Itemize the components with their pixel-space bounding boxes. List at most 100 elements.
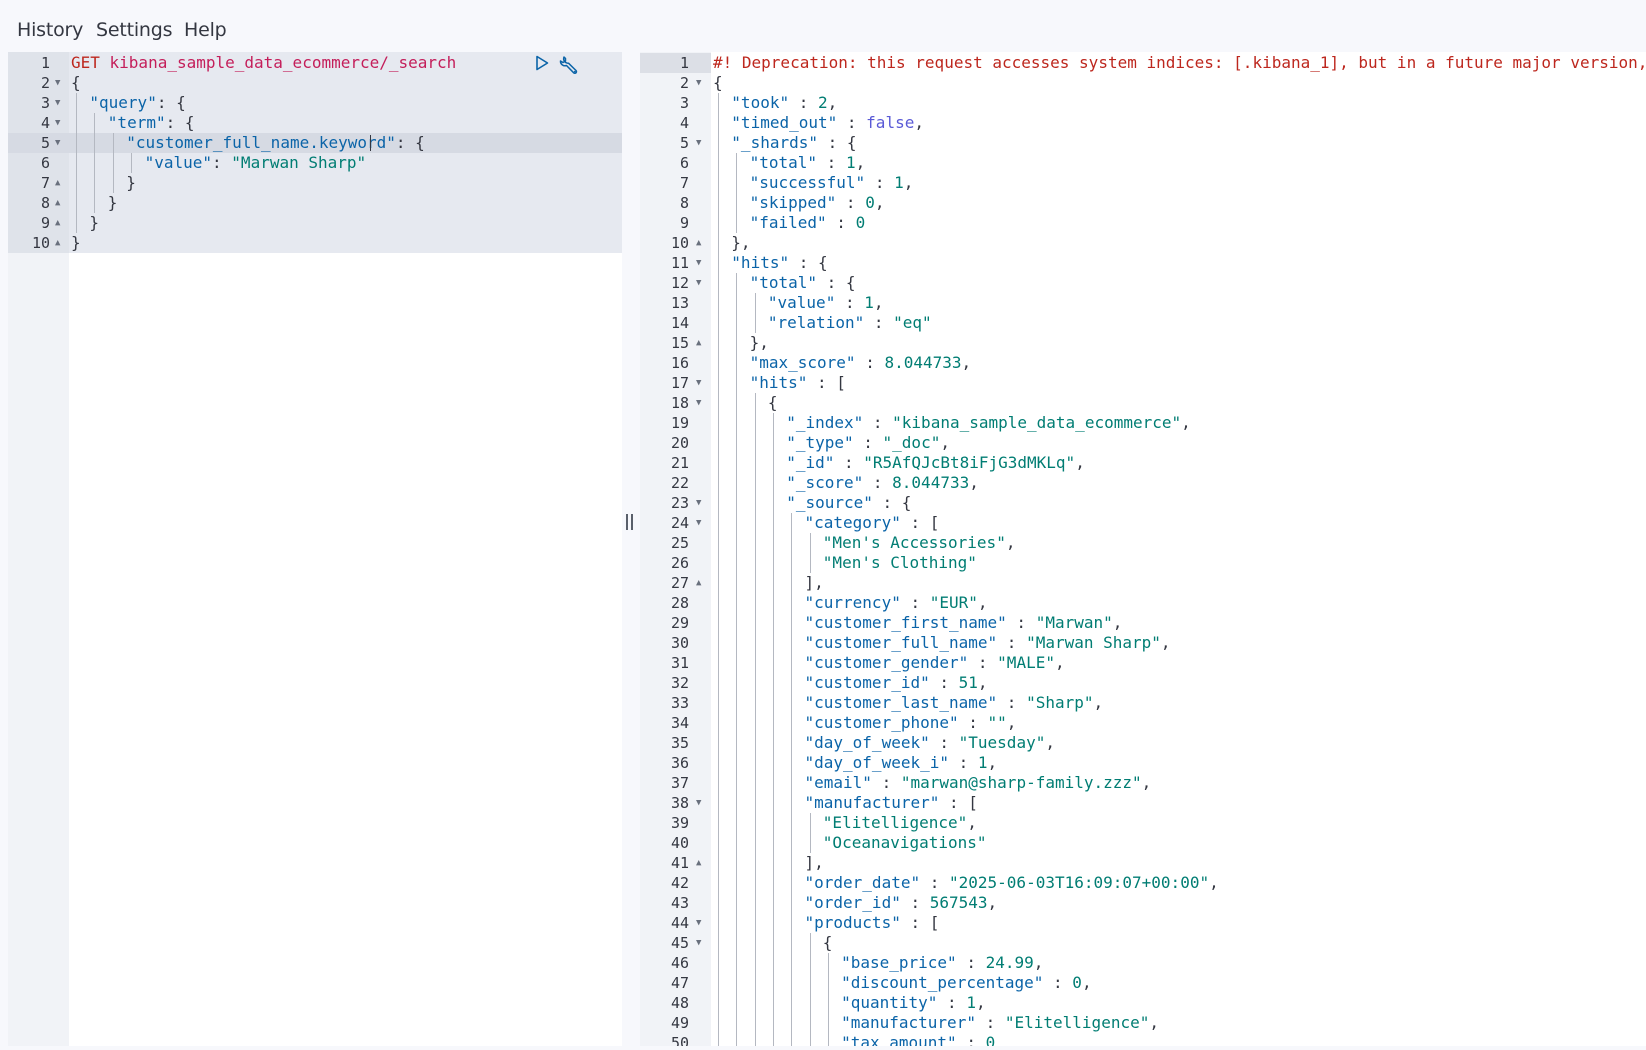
code-line[interactable]: 3 ▼ "query": { [8,93,622,113]
request-editor[interactable]: 1 GET kibana_sample_data_ecommerce/_searc… [8,52,622,1046]
code-line[interactable]: 32 "customer_id" : 51, [640,673,1646,693]
code-line[interactable]: 1 GET kibana_sample_data_ecommerce/_searc… [8,53,622,73]
fold-down-icon[interactable]: ▼ [696,933,701,953]
fold-down-icon[interactable]: ▼ [696,133,701,153]
code-line[interactable]: 8 ▲} [8,193,622,213]
code-line[interactable]: 20 "_type" : "_doc", [640,433,1646,453]
help-menu-item[interactable]: Help [184,19,227,41]
fold-down-icon[interactable]: ▼ [696,393,701,413]
code-line[interactable]: 48 "quantity" : 1, [640,993,1646,1013]
pane-resizer[interactable] [622,52,640,1046]
fold-up-icon[interactable]: ▲ [696,233,701,253]
code-line[interactable]: 31 "customer_gender" : "MALE", [640,653,1646,673]
code-line[interactable]: 49 "manufacturer" : "Elitelligence", [640,1013,1646,1033]
code-line[interactable]: 17 ▼ "hits" : [ [640,373,1646,393]
fold-down-icon[interactable]: ▼ [696,373,701,393]
code-line[interactable]: 9 "failed" : 0 [640,213,1646,233]
fold-up-icon[interactable]: ▲ [55,213,60,233]
code-line[interactable]: 16 "max_score" : 8.044733, [640,353,1646,373]
fold-down-icon[interactable]: ▼ [55,133,60,153]
code-line[interactable]: 41 ▲], [640,853,1646,873]
code-line[interactable]: 10 ▲}, [640,233,1646,253]
code-line[interactable]: 6 "value": "Marwan Sharp" [8,153,622,173]
code-line[interactable]: 26 "Men's Clothing" [640,553,1646,573]
code-line[interactable]: 4 "timed_out" : false, [640,113,1646,133]
response-viewer[interactable]: 1 #! Deprecation: this request accesses s… [640,52,1646,1046]
code-line[interactable]: 38 ▼ "manufacturer" : [ [640,793,1646,813]
code-line[interactable]: 25 "Men's Accessories", [640,533,1646,553]
code-text: { [71,73,81,93]
code-line[interactable]: 35 "day_of_week" : "Tuesday", [640,733,1646,753]
code-line[interactable]: 21 "_id" : "R5AfQJcBt8iFjG3dMKLq", [640,453,1646,473]
code-line[interactable]: 5 ▼ "_shards" : { [640,133,1646,153]
code-line[interactable]: 13 "value" : 1, [640,293,1646,313]
fold-up-icon[interactable]: ▲ [696,853,701,873]
request-code[interactable]: 1 GET kibana_sample_data_ecommerce/_searc… [8,52,622,253]
code-line[interactable]: 3 "took" : 2, [640,93,1646,113]
code-line[interactable]: 2 ▼ { [640,73,1646,93]
code-line[interactable]: 1 #! Deprecation: this request accesses s… [640,53,1646,73]
response-code[interactable]: 1 #! Deprecation: this request accesses s… [640,52,1646,1046]
fold-up-icon[interactable]: ▲ [696,333,701,353]
code-line[interactable]: 7 ▲} [8,173,622,193]
code-line[interactable]: 12 ▼ "total" : { [640,273,1646,293]
code-line[interactable]: 44 ▼ "products" : [ [640,913,1646,933]
code-line[interactable]: 43 "order_id" : 567543, [640,893,1646,913]
code-line[interactable]: 40 "Oceanavigations" [640,833,1646,853]
play-icon[interactable] [533,54,551,77]
code-line[interactable]: 29 "customer_first_name" : "Marwan", [640,613,1646,633]
code-line[interactable]: 15 ▲}, [640,333,1646,353]
fold-down-icon[interactable]: ▼ [696,73,701,93]
fold-down-icon[interactable]: ▼ [696,793,701,813]
fold-down-icon[interactable]: ▼ [696,493,701,513]
wrench-icon[interactable] [559,54,581,81]
code-line[interactable]: 5 ▼ "customer_full_name.keyword": { [8,133,622,153]
code-line[interactable]: 50 "tax_amount" : 0 [640,1033,1646,1046]
code-line[interactable]: 39 "Elitelligence", [640,813,1646,833]
code-line[interactable]: 18 ▼ { [640,393,1646,413]
line-number: 28 [670,594,689,612]
code-line[interactable]: 4 ▼ "term": { [8,113,622,133]
code-line[interactable]: 42 "order_date" : "2025-06-03T16:09:07+00… [640,873,1646,893]
code-line[interactable]: 11 ▼ "hits" : { [640,253,1646,273]
code-line[interactable]: 14 "relation" : "eq" [640,313,1646,333]
code-line[interactable]: 36 "day_of_week_i" : 1, [640,753,1646,773]
fold-up-icon[interactable]: ▲ [55,193,60,213]
fold-down-icon[interactable]: ▼ [55,93,60,113]
code-line[interactable]: 2 ▼ { [8,73,622,93]
code-line[interactable]: 10 ▲} [8,233,622,253]
code-text: }, [731,233,750,253]
fold-up-icon[interactable]: ▲ [55,233,60,253]
indent-guide [718,673,719,693]
code-line[interactable]: 37 "email" : "marwan@sharp-family.zzz", [640,773,1646,793]
code-line[interactable]: 33 "customer_last_name" : "Sharp", [640,693,1646,713]
code-token: "customer_gender" [804,653,969,672]
code-line[interactable]: 34 "customer_phone" : "", [640,713,1646,733]
code-line[interactable]: 9 ▲} [8,213,622,233]
fold-up-icon[interactable]: ▲ [55,173,60,193]
fold-down-icon[interactable]: ▼ [696,273,701,293]
code-line[interactable]: 6 "total" : 1, [640,153,1646,173]
indent-guide [736,793,738,813]
code-line[interactable]: 19 "_index" : "kibana_sample_data_ecommer… [640,413,1646,433]
fold-down-icon[interactable]: ▼ [696,253,701,273]
code-line[interactable]: 30 "customer_full_name" : "Marwan Sharp", [640,633,1646,653]
code-line[interactable]: 22 "_score" : 8.044733, [640,473,1646,493]
code-line[interactable]: 7 "successful" : 1, [640,173,1646,193]
fold-up-icon[interactable]: ▲ [696,573,701,593]
code-line[interactable]: 27 ▲], [640,573,1646,593]
code-line[interactable]: 23 ▼ "_source" : { [640,493,1646,513]
code-line[interactable]: 24 ▼ "category" : [ [640,513,1646,533]
indent-guide [791,853,793,873]
fold-down-icon[interactable]: ▼ [696,913,701,933]
fold-down-icon[interactable]: ▼ [55,73,60,93]
code-line[interactable]: 46 "base_price" : 24.99, [640,953,1646,973]
code-line[interactable]: 28 "currency" : "EUR", [640,593,1646,613]
code-line[interactable]: 47 "discount_percentage" : 0, [640,973,1646,993]
history-menu-item[interactable]: History [17,19,83,41]
fold-down-icon[interactable]: ▼ [696,513,701,533]
settings-menu-item[interactable]: Settings [96,19,173,41]
fold-down-icon[interactable]: ▼ [55,113,60,133]
code-line[interactable]: 8 "skipped" : 0, [640,193,1646,213]
code-line[interactable]: 45 ▼ { [640,933,1646,953]
